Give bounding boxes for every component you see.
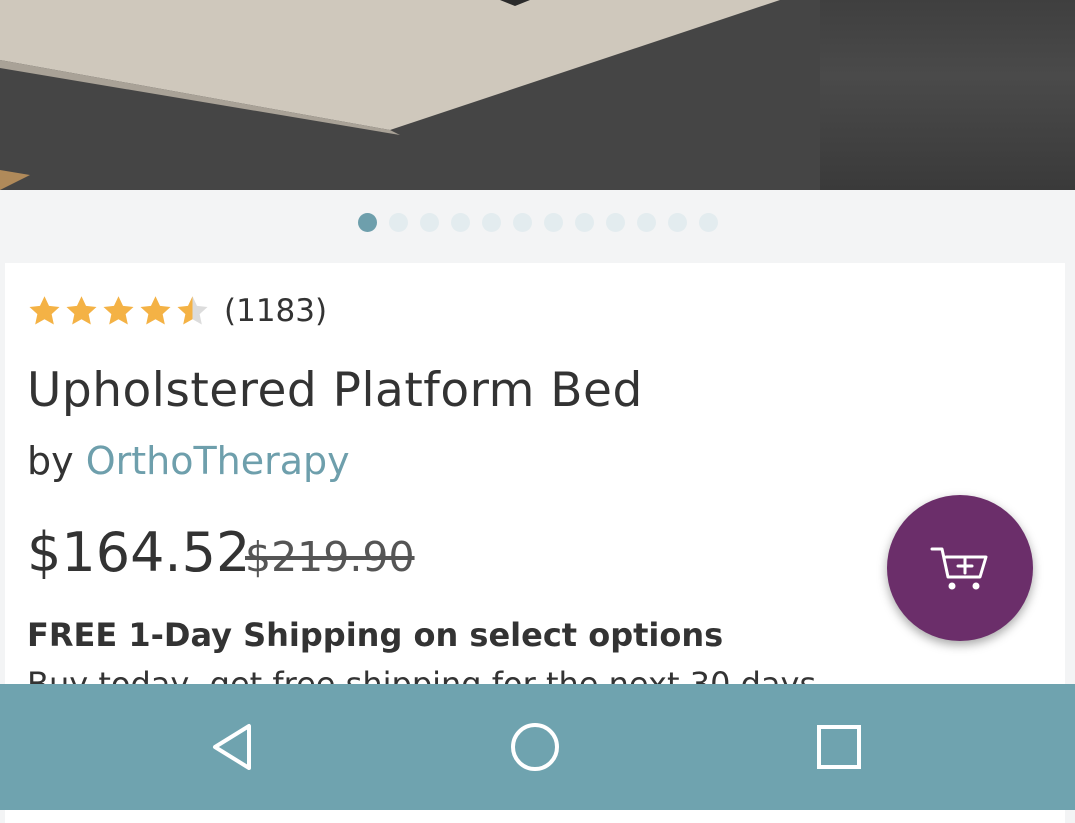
- back-icon: [213, 724, 251, 770]
- carousel-dot[interactable]: [698, 212, 718, 232]
- carousel-dot[interactable]: [512, 212, 532, 232]
- carousel-dot[interactable]: [357, 212, 377, 232]
- review-count[interactable]: (1183): [224, 293, 327, 329]
- back-button[interactable]: [192, 707, 272, 787]
- carousel-dot[interactable]: [605, 212, 625, 232]
- carousel-dot[interactable]: [388, 212, 408, 232]
- carousel-dot[interactable]: [419, 212, 439, 232]
- add-to-cart-icon: [930, 547, 988, 590]
- star-icon: [66, 295, 97, 324]
- carousel-dot[interactable]: [574, 212, 594, 232]
- star-icon: [29, 295, 60, 324]
- home-button[interactable]: [495, 707, 575, 787]
- carousel-dot[interactable]: [543, 212, 563, 232]
- android-navigation-bar: [0, 684, 1075, 810]
- carousel-dot[interactable]: [636, 212, 656, 232]
- original-price: $219.90: [245, 533, 415, 581]
- byline: by OrthoTherapy: [27, 439, 350, 483]
- add-to-cart-button[interactable]: [887, 495, 1033, 641]
- carousel-indicator: [0, 207, 1075, 237]
- carousel-dot[interactable]: [481, 212, 501, 232]
- product-image: [0, 0, 820, 190]
- brand-link[interactable]: OrthoTherapy: [86, 439, 350, 483]
- star-rating: [27, 294, 210, 329]
- recents-button[interactable]: [799, 707, 879, 787]
- rating[interactable]: (1183): [27, 293, 327, 329]
- carousel-dot[interactable]: [450, 212, 470, 232]
- star-icon: [140, 295, 171, 324]
- star-icon: [103, 295, 134, 324]
- home-icon: [511, 723, 559, 771]
- recents-icon: [817, 725, 861, 769]
- sale-price: $164.52: [27, 521, 251, 584]
- product-title: Upholstered Platform Bed: [27, 363, 643, 418]
- by-label: by: [27, 439, 74, 483]
- product-image-carousel[interactable]: [0, 0, 1075, 190]
- carousel-dot[interactable]: [667, 212, 687, 232]
- star-icon: [177, 295, 208, 324]
- shipping-headline: FREE 1-Day Shipping on select options: [27, 616, 724, 654]
